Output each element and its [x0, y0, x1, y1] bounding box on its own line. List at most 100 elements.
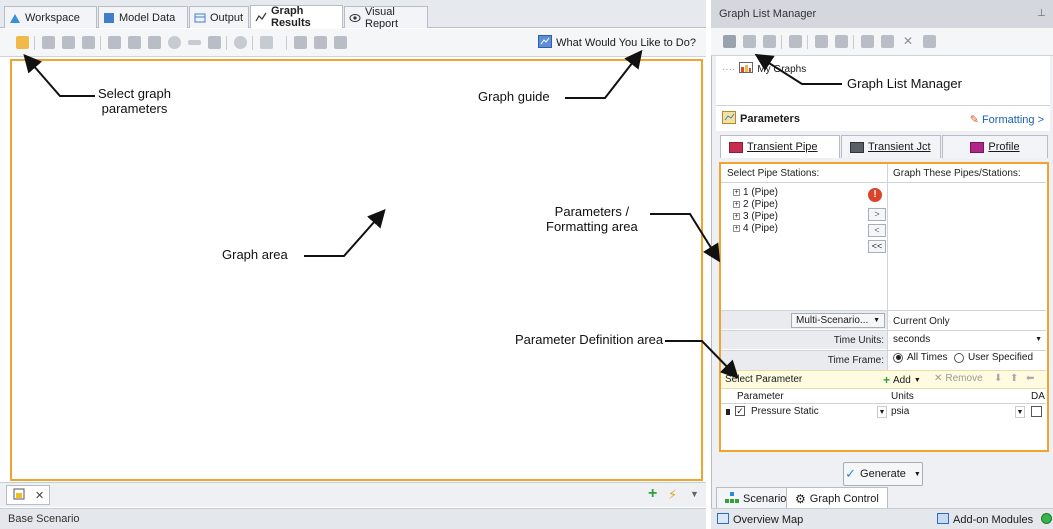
- model-data-icon: [103, 12, 115, 24]
- graph-folder-icon: [739, 62, 754, 76]
- arrow-up-icon[interactable]: ⬆: [1010, 373, 1018, 384]
- move-right-button[interactable]: >: [868, 208, 886, 221]
- scenario-icon: [725, 491, 739, 506]
- status-bar: Base Scenario: [0, 508, 706, 529]
- animate-step-icon[interactable]: [314, 36, 327, 49]
- legend-icon[interactable]: [108, 36, 121, 49]
- graph-toolbar: What Would You Like to Do?: [0, 29, 706, 57]
- select-graph-parameters-icon[interactable]: [16, 36, 29, 49]
- tree-item-my-graphs[interactable]: ···· My Graphs: [722, 62, 806, 76]
- status-indicator-icon: [1041, 513, 1052, 524]
- station-item[interactable]: +2 (Pipe): [733, 199, 778, 210]
- time-frame-user-radio[interactable]: User Specified: [954, 352, 1033, 363]
- list-icon[interactable]: [861, 35, 874, 48]
- animate-icon[interactable]: [294, 36, 307, 49]
- transient-jct-icon: [850, 141, 864, 153]
- tab-scenario[interactable]: Scenario: [716, 487, 796, 510]
- rename-icon[interactable]: [789, 35, 802, 48]
- tab-workspace[interactable]: Workspace: [4, 6, 97, 28]
- time-frame-all-radio[interactable]: All Times: [893, 352, 948, 363]
- workspace-icon: [9, 12, 21, 24]
- graph-tabs-bar: ✕ + ⚡ ▼: [0, 482, 706, 507]
- select-parameter-bar: Select Parameter + Add ▼ ✕ Remove ⬇ ⬆ ⬅: [721, 370, 1046, 389]
- chevron-down-icon[interactable]: ▼: [690, 489, 699, 499]
- folder-icon[interactable]: [763, 35, 776, 48]
- what-would-you-like-button[interactable]: What Would You Like to Do?: [538, 35, 696, 51]
- arrow-down-icon[interactable]: ⬇: [994, 373, 1002, 384]
- copy-icon[interactable]: [42, 36, 55, 49]
- tab-model-data[interactable]: Model Data: [98, 6, 188, 28]
- tab-transient-jct[interactable]: Transient Jct: [841, 135, 941, 158]
- annotation-param-def-area: Parameter Definition area: [515, 332, 664, 347]
- move-all-left-button[interactable]: <<: [868, 240, 886, 253]
- crosshair-icon[interactable]: [168, 36, 181, 49]
- pin-icon[interactable]: ⊥: [1037, 8, 1046, 19]
- animate-stop-icon[interactable]: [334, 36, 347, 49]
- station-item[interactable]: +1 (Pipe): [733, 187, 778, 198]
- da-checkbox[interactable]: [1031, 406, 1042, 417]
- chevron-down-icon: ▼: [913, 376, 921, 384]
- graph-tab[interactable]: ✕: [6, 485, 50, 505]
- duplicate-icon[interactable]: [881, 35, 894, 48]
- output-icon: [194, 12, 206, 24]
- checkbox-icon[interactable]: [148, 36, 161, 49]
- annotation-graph-guide: Graph guide: [478, 89, 550, 104]
- chevron-down-icon: ▼: [1035, 336, 1042, 343]
- save-graph-icon[interactable]: [743, 35, 756, 48]
- ruler-icon[interactable]: [188, 40, 201, 45]
- help-label: What Would You Like to Do?: [556, 37, 696, 49]
- chevron-down-icon[interactable]: ▼: [877, 406, 887, 418]
- time-units-select[interactable]: seconds ▼: [889, 332, 1046, 348]
- profile-icon: [970, 141, 985, 153]
- arrow-left-icon[interactable]: ⬅: [1026, 373, 1034, 384]
- new-graph-icon[interactable]: [723, 35, 736, 48]
- generate-button[interactable]: ✓ Generate ▼: [843, 462, 923, 486]
- box-icon[interactable]: [208, 36, 221, 49]
- multi-scenario-select[interactable]: Multi-Scenario... ▼: [791, 313, 885, 328]
- right-status-bar: Overview Map Add-on Modules: [711, 508, 1053, 529]
- add-button[interactable]: + Add ▼: [883, 373, 921, 387]
- lightning-icon[interactable]: ⚡: [668, 487, 677, 503]
- graph-list-toolbar: ✕: [711, 28, 1053, 56]
- tab-transient-pipe[interactable]: Transient Pipe: [720, 135, 840, 158]
- formatting-link[interactable]: ✎ Formatting >: [970, 113, 1044, 127]
- overview-map-button[interactable]: Overview Map: [717, 513, 803, 527]
- select-stations-header: Select Pipe Stations:: [727, 168, 820, 179]
- grid-icon[interactable]: [128, 36, 141, 49]
- print-icon[interactable]: [62, 36, 75, 49]
- parameters-header: Parameters ✎ Formatting >: [716, 105, 1050, 131]
- move-down-icon[interactable]: [835, 35, 848, 48]
- tab-output[interactable]: Output: [189, 6, 249, 28]
- modules-icon: [937, 513, 949, 527]
- help-guide-icon: [538, 35, 553, 51]
- tab-graph-results[interactable]: Graph Results: [250, 5, 343, 29]
- add-graph-icon[interactable]: +: [648, 486, 657, 502]
- checkmark-icon: ✓: [845, 466, 857, 481]
- tab-profile[interactable]: Profile: [942, 135, 1048, 158]
- zoom-icon[interactable]: [234, 36, 247, 49]
- tab-visual-report[interactable]: Visual Report: [344, 6, 428, 30]
- delete-icon[interactable]: ✕: [903, 34, 913, 48]
- annotation-graph-list-manager: Graph List Manager: [847, 76, 962, 91]
- table-icon[interactable]: [82, 36, 95, 49]
- row-indicator-icon: [726, 409, 730, 415]
- tab-label: Graph Results: [271, 5, 311, 29]
- chevron-down-icon[interactable]: ▼: [1015, 406, 1025, 418]
- move-left-button[interactable]: <: [868, 224, 886, 237]
- warning-icon: !: [868, 188, 882, 202]
- addon-modules-button[interactable]: Add-on Modules: [937, 513, 1033, 527]
- gear-icon: ⚙: [795, 491, 806, 506]
- remove-button[interactable]: ✕ Remove: [934, 373, 983, 384]
- time-frame-label: Time Frame:: [827, 355, 884, 366]
- row-checkbox[interactable]: ✓: [735, 406, 745, 416]
- options-icon[interactable]: [923, 35, 936, 48]
- tab-graph-control[interactable]: ⚙ Graph Control: [786, 487, 888, 510]
- annotation-graph-area: Graph area: [222, 247, 288, 262]
- move-up-icon[interactable]: [815, 35, 828, 48]
- station-item[interactable]: +4 (Pipe): [733, 223, 778, 234]
- line-style-icon[interactable]: [260, 36, 273, 49]
- graph-area[interactable]: [10, 59, 703, 481]
- close-icon[interactable]: ✕: [35, 489, 44, 502]
- station-item[interactable]: +3 (Pipe): [733, 211, 778, 222]
- table-row[interactable]: ✓ Pressure Static ▼ psia ▼: [721, 405, 1046, 420]
